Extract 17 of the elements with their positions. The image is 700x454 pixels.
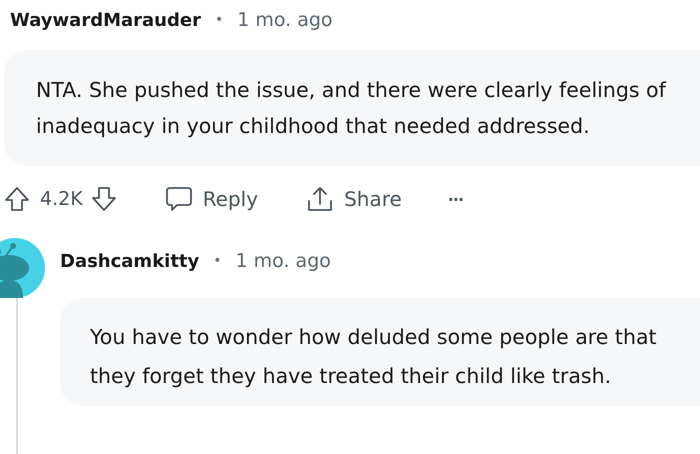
- separator-dot: •: [213, 253, 222, 269]
- comment-body: NTA. She pushed the issue, and there were clearly feelings of inadequacy in your childhood that needed addressed.: [4, 50, 700, 166]
- upvote-icon[interactable]: [4, 186, 30, 212]
- vote-count: 4.2K: [40, 188, 83, 210]
- separator-dot: •: [214, 12, 224, 28]
- more-options-button[interactable]: ···: [442, 186, 470, 212]
- username[interactable]: WaywardMarauder: [10, 10, 201, 30]
- share-button[interactable]: Share: [300, 181, 408, 217]
- reply-button[interactable]: Reply: [158, 181, 264, 217]
- timestamp: 1 mo. ago: [236, 250, 331, 272]
- avatar[interactable]: [0, 238, 45, 298]
- speech-bubble-icon: [164, 185, 193, 213]
- username[interactable]: Dashcamkitty: [60, 250, 200, 272]
- downvote-icon[interactable]: [90, 186, 117, 212]
- timestamp: 1 mo. ago: [237, 9, 333, 31]
- comment-body: You have to wonder how deluded some people are that they forget they have treated their child like trash.: [60, 298, 700, 406]
- share-icon: [306, 185, 334, 213]
